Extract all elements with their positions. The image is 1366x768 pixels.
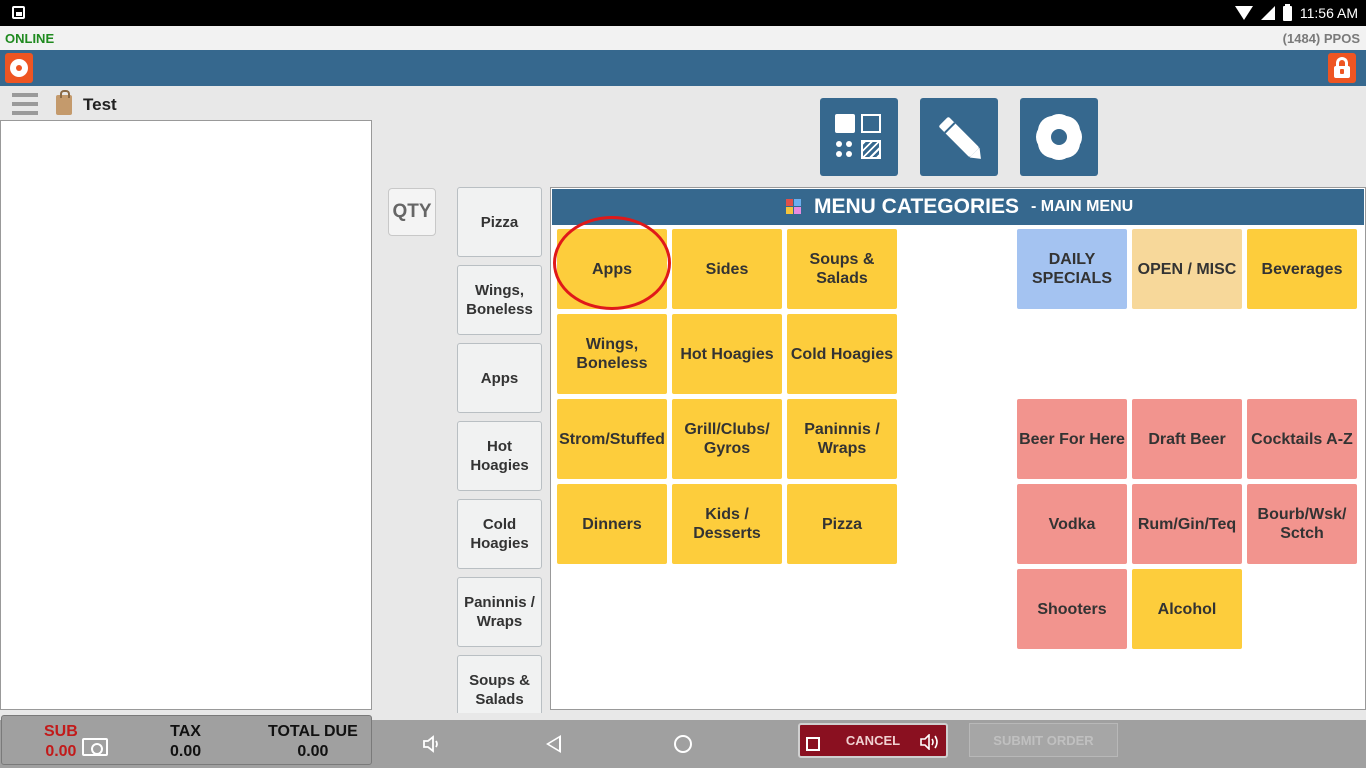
tax-value: 0.00 — [170, 743, 202, 760]
menu-tile-open-misc[interactable]: OPEN / MISC — [1132, 229, 1242, 309]
menu-tile-grill-clubs-gyros[interactable]: Grill/Clubs/ Gyros — [672, 399, 782, 479]
online-status: ONLINE — [5, 31, 55, 46]
total-due: TOTAL DUE 0.00 — [268, 722, 358, 762]
android-status-bar: 11:56 AM — [0, 0, 1366, 26]
hamburger-menu-icon[interactable] — [12, 93, 38, 115]
categories-icon — [786, 199, 802, 215]
connection-bar: ONLINE (1484) PPOS — [0, 26, 1366, 50]
menu-tile-shooters[interactable]: Shooters — [1017, 569, 1127, 649]
tax: TAX 0.00 — [170, 722, 201, 762]
qty-button[interactable]: QTY — [388, 188, 436, 236]
recents-nav-icon[interactable] — [806, 737, 820, 751]
menu-tile-wings-boneless[interactable]: Wings, Boneless — [557, 314, 667, 394]
total-due-label: TOTAL DUE — [268, 723, 358, 740]
lock-button[interactable] — [1328, 53, 1356, 83]
menu-tile-dinners[interactable]: Dinners — [557, 484, 667, 564]
menu-tile-cold-hoagies[interactable]: Cold Hoagies — [787, 314, 897, 394]
category-shortcut-item[interactable]: Apps — [457, 343, 542, 413]
menu-tile-draft-beer[interactable]: Draft Beer — [1132, 399, 1242, 479]
menu-tile-sides[interactable]: Sides — [672, 229, 782, 309]
options-button[interactable] — [1020, 98, 1098, 176]
submit-order-button[interactable]: SUBMIT ORDER — [969, 723, 1118, 757]
menu-tile-alcohol[interactable]: Alcohol — [1132, 569, 1242, 649]
category-shortcut-item[interactable]: Wings, Boneless — [457, 265, 542, 335]
menu-tile-pizza[interactable]: Pizza — [787, 484, 897, 564]
order-ticket-panel[interactable] — [0, 120, 372, 710]
clock: 11:56 AM — [1299, 5, 1358, 21]
status-icons: 11:56 AM — [1234, 0, 1358, 26]
gear-icon — [10, 59, 28, 77]
category-shortcut-item[interactable]: Cold Hoagies — [457, 499, 542, 569]
volume-up-icon[interactable] — [920, 734, 942, 750]
total-due-value: 0.00 — [297, 743, 329, 760]
terminal-id: (1484) PPOS — [1282, 31, 1360, 46]
menu-subtitle: - MAIN MENU — [1030, 198, 1134, 215]
menu-tile-strom-stuffed[interactable]: Strom/Stuffed — [557, 399, 667, 479]
menu-tile-daily-specials[interactable]: DAILY SPECIALS — [1017, 229, 1127, 309]
gallery-notification-icon — [12, 6, 25, 19]
cancel-label: CANCEL — [845, 733, 901, 748]
menu-tile-soups-salads[interactable]: Soups & Salads — [787, 229, 897, 309]
category-shortcut-item[interactable]: Hot Hoagies — [457, 421, 542, 491]
settings-button[interactable] — [5, 53, 33, 83]
menu-tile-beer-for-here[interactable]: Beer For Here — [1017, 399, 1127, 479]
menu-tile-rum-gin-teq[interactable]: Rum/Gin/Teq — [1132, 484, 1242, 564]
pencil-icon — [938, 116, 980, 158]
subtotal-value: 0.00 — [45, 743, 77, 760]
pos-screen: 11:56 AM ONLINE (1484) PPOS Test QTY Piz… — [0, 0, 1366, 768]
menu-tile-kids-desserts[interactable]: Kids / Desserts — [672, 484, 782, 564]
home-nav-icon[interactable] — [674, 735, 692, 753]
menu-tile-apps[interactable]: Apps — [557, 229, 667, 309]
menu-tile-bourbon-whisky-scotch[interactable]: Bourb/Wsk/ Sctch — [1247, 484, 1357, 564]
order-name: Test — [83, 95, 117, 114]
edit-button[interactable] — [920, 98, 998, 176]
category-shortcut-item[interactable]: Paninnis / Wraps — [457, 577, 542, 647]
volume-down-icon[interactable] — [422, 735, 442, 753]
menu-header: MENU CATEGORIES - MAIN MENU — [552, 189, 1364, 225]
lock-icon — [1334, 57, 1350, 78]
wifi-icon — [1234, 6, 1253, 20]
app-header — [0, 50, 1366, 86]
menu-tile-cocktails[interactable]: Cocktails A-Z — [1247, 399, 1357, 479]
tax-label: TAX — [170, 723, 201, 740]
menu-title: MENU CATEGORIES — [814, 195, 1019, 218]
signal-icon — [1260, 6, 1275, 20]
menu-tile-beverages[interactable]: Beverages — [1247, 229, 1357, 309]
camera-icon[interactable] — [82, 738, 108, 756]
battery-icon — [1282, 3, 1292, 21]
category-shortcut-item[interactable]: Soups & Salads — [457, 655, 542, 713]
category-shortcut-list: Pizza Wings, Boneless Apps Hot Hoagies C… — [457, 187, 543, 713]
gear-icon — [1041, 119, 1077, 155]
category-shortcut-item[interactable]: Pizza — [457, 187, 542, 257]
back-nav-icon[interactable] — [546, 735, 561, 753]
layout-grid-button[interactable] — [820, 98, 898, 176]
cancel-button[interactable]: CANCEL — [798, 723, 948, 758]
menu-tile-vodka[interactable]: Vodka — [1017, 484, 1127, 564]
subtotal-label: SUB — [44, 723, 78, 740]
subtotal: SUB 0.00 — [44, 722, 78, 762]
grid-layout-icon — [835, 114, 883, 160]
menu-tile-hot-hoagies[interactable]: Hot Hoagies — [672, 314, 782, 394]
totals-box: SUB 0.00 TAX 0.00 TOTAL DUE 0.00 — [1, 715, 372, 765]
shopping-bag-icon — [56, 90, 72, 115]
menu-tile-paninnis-wraps[interactable]: Paninnis / Wraps — [787, 399, 897, 479]
